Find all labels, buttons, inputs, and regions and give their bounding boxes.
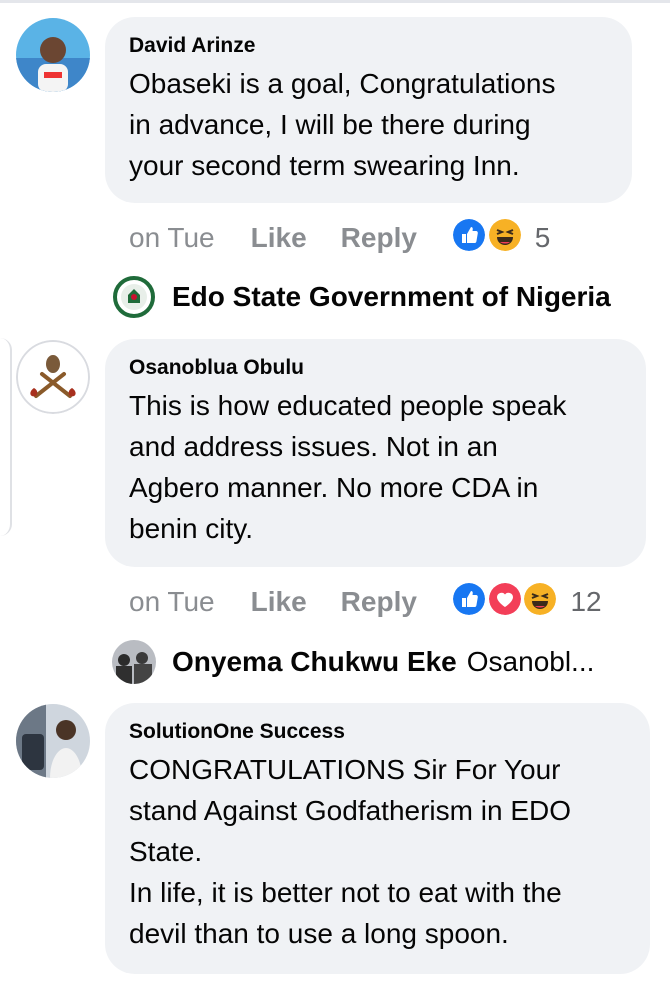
avatar[interactable]	[16, 340, 90, 414]
reply-button[interactable]: Reply	[341, 222, 417, 254]
avatar[interactable]	[16, 18, 90, 92]
top-divider	[0, 0, 670, 3]
comment-timestamp[interactable]: on Tue	[129, 222, 215, 254]
comment-bubble: David Arinze Obaseki is a goal, Congratu…	[105, 17, 632, 203]
comment-text: CONGRATULATIONS Sir For Your stand Again…	[129, 754, 571, 949]
reactions[interactable]	[450, 580, 559, 624]
comment-author[interactable]: David Arinze	[129, 33, 608, 59]
love-reaction-icon	[486, 580, 523, 617]
comment-text: This is how educated people speak and ad…	[129, 390, 567, 544]
comment-author[interactable]: Osanoblua Obulu	[129, 355, 622, 381]
like-button[interactable]: Like	[251, 222, 307, 254]
reactions[interactable]	[450, 216, 523, 260]
comment-bubble: SolutionOne Success CONGRATULATIONS Sir …	[105, 703, 650, 974]
reaction-count[interactable]: 5	[535, 222, 551, 254]
comment-actions: on Tue Like Reply 12	[129, 580, 602, 624]
like-button[interactable]: Like	[251, 586, 307, 618]
haha-reaction-icon	[486, 216, 523, 253]
thread-connector-line	[0, 338, 12, 536]
reply-preview[interactable]: Onyema Chukwu Eke Osanobl...	[112, 637, 594, 687]
comment-actions: on Tue Like Reply 5	[129, 216, 551, 260]
like-reaction-icon	[450, 580, 487, 617]
reply-preview[interactable]: Edo State Government of Nigeria	[112, 272, 611, 322]
avatar	[112, 640, 156, 684]
avatar	[112, 275, 156, 319]
comment-timestamp[interactable]: on Tue	[129, 586, 215, 618]
edo-state-seal-icon	[112, 275, 156, 319]
reply-button[interactable]: Reply	[341, 586, 417, 618]
avatar[interactable]	[16, 704, 90, 778]
reaction-count[interactable]: 12	[570, 586, 601, 618]
comment-author[interactable]: SolutionOne Success	[129, 719, 626, 745]
reply-author[interactable]: Edo State Government of Nigeria	[172, 281, 611, 313]
reply-snippet: Osanobl...	[466, 646, 595, 677]
haha-reaction-icon	[522, 580, 559, 617]
like-reaction-icon	[450, 216, 487, 253]
comment-text: Obaseki is a goal, Congratulations in ad…	[129, 68, 556, 181]
reply-author[interactable]: Onyema Chukwu Eke	[172, 646, 457, 678]
comment-bubble: Osanoblua Obulu This is how educated peo…	[105, 339, 646, 567]
